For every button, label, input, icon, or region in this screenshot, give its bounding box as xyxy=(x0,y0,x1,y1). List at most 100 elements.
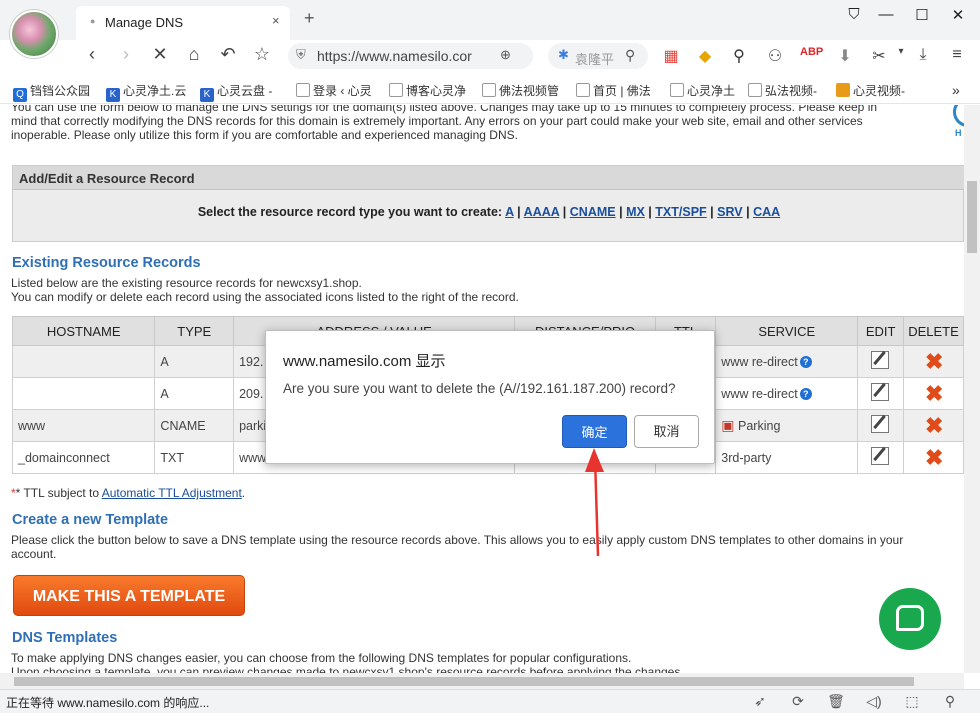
bookmark-favicon-icon: K xyxy=(106,88,120,102)
red-arrow-annotation xyxy=(585,448,604,557)
ttl-note: ** TTL subject to Automatic TTL Adjustme… xyxy=(11,486,246,500)
refresh-icon[interactable]: ⟳ xyxy=(788,693,808,710)
record-type-link-cname[interactable]: CNAME xyxy=(570,205,616,219)
shirt-icon[interactable]: ⛉ xyxy=(842,6,866,23)
delete-icon[interactable]: ✖ xyxy=(925,445,943,470)
col-type: TYPE xyxy=(154,316,235,346)
help-logo[interactable]: H xyxy=(951,105,964,147)
record-type-link-srv[interactable]: SRV xyxy=(717,205,742,219)
scissors-dropdown-icon[interactable]: ▾ xyxy=(890,46,912,57)
search-icon[interactable]: ⚲ xyxy=(625,47,635,64)
panel-title: Add/Edit a Resource Record xyxy=(19,171,195,186)
bookmark-item[interactable]: 弘法视频- xyxy=(748,82,817,99)
bookmark-item[interactable]: 心灵净土 xyxy=(670,82,735,99)
vertical-scrollbar[interactable] xyxy=(964,105,980,673)
help-icon[interactable]: ? xyxy=(799,387,812,400)
confirm-dialog: www.namesilo.com 显示 Are you sure you wan… xyxy=(265,330,715,464)
delete-icon[interactable]: ✖ xyxy=(925,381,943,406)
bookmark-item[interactable]: K 心灵净土.云 xyxy=(106,82,186,102)
sound-icon[interactable]: ◁) xyxy=(864,693,884,710)
stop-icon[interactable]: ✕ xyxy=(148,44,172,65)
undo-icon[interactable]: ↶ xyxy=(216,44,240,65)
record-type-link-caa[interactable]: CAA xyxy=(753,205,780,219)
parking-icon: ▣ xyxy=(721,417,735,433)
downloads-icon[interactable]: ⤓ xyxy=(912,46,934,64)
existing-desc-2: You can modify or delete each record usi… xyxy=(11,290,519,304)
rocket-icon[interactable]: ➶ xyxy=(750,693,770,710)
new-tab-icon[interactable]: + xyxy=(304,8,315,29)
back-icon[interactable]: ‹ xyxy=(80,44,104,65)
add-edit-record-panel: Add/Edit a Resource Record Select the re… xyxy=(12,165,964,242)
cancel-button[interactable]: 取消 xyxy=(634,415,699,448)
delete-icon[interactable]: ✖ xyxy=(925,349,943,374)
bookmark-item[interactable]: 博客心灵净 xyxy=(389,82,466,99)
maximize-icon[interactable]: ☐ xyxy=(910,6,934,24)
magnifier-extension-icon[interactable]: ⚲ xyxy=(728,46,750,66)
search-input[interactable]: 袁隆平 xyxy=(575,49,617,68)
game-extension-icon[interactable]: ⚇ xyxy=(764,46,786,66)
home-icon[interactable]: ⌂ xyxy=(182,44,206,65)
forward-icon[interactable]: › xyxy=(114,44,138,65)
bookmark-item[interactable]: 登录 ‹ 心灵 xyxy=(296,82,372,99)
edit-icon[interactable] xyxy=(871,383,890,401)
page-icon xyxy=(748,83,762,97)
security-shield-icon[interactable]: ⛨ xyxy=(296,47,306,63)
tab-close-icon[interactable]: × xyxy=(272,13,280,28)
record-type-link-aaaa[interactable]: AAAA xyxy=(524,205,560,219)
bookmark-star-icon[interactable]: ☆ xyxy=(250,44,274,65)
window-close-icon[interactable]: ✕ xyxy=(946,6,970,24)
chat-button[interactable] xyxy=(879,588,941,650)
edit-icon[interactable] xyxy=(871,415,890,433)
create-template-heading: Create a new Template xyxy=(12,512,169,528)
browser-tab[interactable]: ● Manage DNS × xyxy=(76,6,290,40)
bookmark-item[interactable]: 首页 | 佛法 xyxy=(576,82,651,99)
existing-desc-1: Listed below are the existing resource r… xyxy=(11,276,362,290)
page-icon xyxy=(576,83,590,97)
trash-icon[interactable]: 🗑 xyxy=(826,693,846,710)
zoom-icon[interactable]: ⚲ xyxy=(940,693,960,710)
bookmark-item[interactable]: Q 铛铛公众园 xyxy=(13,82,90,102)
dialog-title: www.namesilo.com 显示 xyxy=(283,353,446,370)
edit-icon[interactable] xyxy=(871,351,890,369)
tiger-extension-icon[interactable]: ◆ xyxy=(694,46,716,66)
bookmark-favicon-icon: K xyxy=(200,88,214,102)
adblock-icon[interactable]: ABP xyxy=(800,46,823,58)
make-template-button[interactable]: MAKE THIS A TEMPLATE xyxy=(13,575,245,616)
bookmarks-overflow-icon[interactable]: » xyxy=(952,82,960,98)
delete-icon[interactable]: ✖ xyxy=(925,413,943,438)
template-desc: Please click the button below to save a … xyxy=(11,533,904,561)
help-icon[interactable]: ? xyxy=(799,355,812,368)
tab-title: Manage DNS xyxy=(105,15,184,30)
edit-icon[interactable] xyxy=(871,447,890,465)
scroll-thumb[interactable] xyxy=(14,677,914,686)
download-arrow-icon[interactable]: ⬇ xyxy=(834,46,856,66)
url-text[interactable]: https://www.namesilo.cor xyxy=(317,48,487,64)
record-type-link-mx[interactable]: MX xyxy=(626,205,645,219)
bookmark-item[interactable]: K 心灵云盘 - xyxy=(200,82,272,102)
horizontal-scrollbar[interactable] xyxy=(0,673,964,689)
fullscreen-icon[interactable]: ⬚ xyxy=(902,693,922,710)
profile-avatar[interactable] xyxy=(10,10,58,58)
bookmark-item[interactable]: 心灵视频- xyxy=(836,82,905,99)
panel-header: Add/Edit a Resource Record xyxy=(13,166,964,190)
apps-grid-icon[interactable]: ▦ xyxy=(660,46,682,66)
bookmark-favicon-icon xyxy=(836,83,850,97)
chat-icon xyxy=(896,605,924,631)
existing-records-heading: Existing Resource Records xyxy=(12,255,201,271)
menu-icon[interactable]: ≡ xyxy=(946,46,968,64)
ttl-adjustment-link[interactable]: Automatic TTL Adjustment xyxy=(102,486,242,500)
intro-text: You can use the form below to manage the… xyxy=(11,105,878,142)
bookmark-item[interactable]: 佛法视频管 xyxy=(482,82,559,99)
page-icon xyxy=(296,83,310,97)
scroll-thumb[interactable] xyxy=(967,181,977,253)
search-box[interactable]: ✱ 袁隆平 ⚲ xyxy=(548,43,648,69)
col-delete: DELETE xyxy=(903,316,964,346)
zoom-icon[interactable]: ⊕ xyxy=(500,47,511,63)
minimize-icon[interactable]: — xyxy=(874,6,898,23)
record-type-link-a[interactable]: A xyxy=(505,205,514,219)
scissors-icon[interactable]: ✂ xyxy=(868,46,890,66)
record-type-link-txt-spf[interactable]: TXT/SPF xyxy=(655,205,706,219)
address-bar[interactable]: ⛨ https://www.namesilo.cor ⊕ xyxy=(288,43,533,69)
bookmark-favicon-icon: Q xyxy=(13,88,27,102)
dns-templates-desc-2: Upon choosing a template, you can previe… xyxy=(11,665,684,673)
